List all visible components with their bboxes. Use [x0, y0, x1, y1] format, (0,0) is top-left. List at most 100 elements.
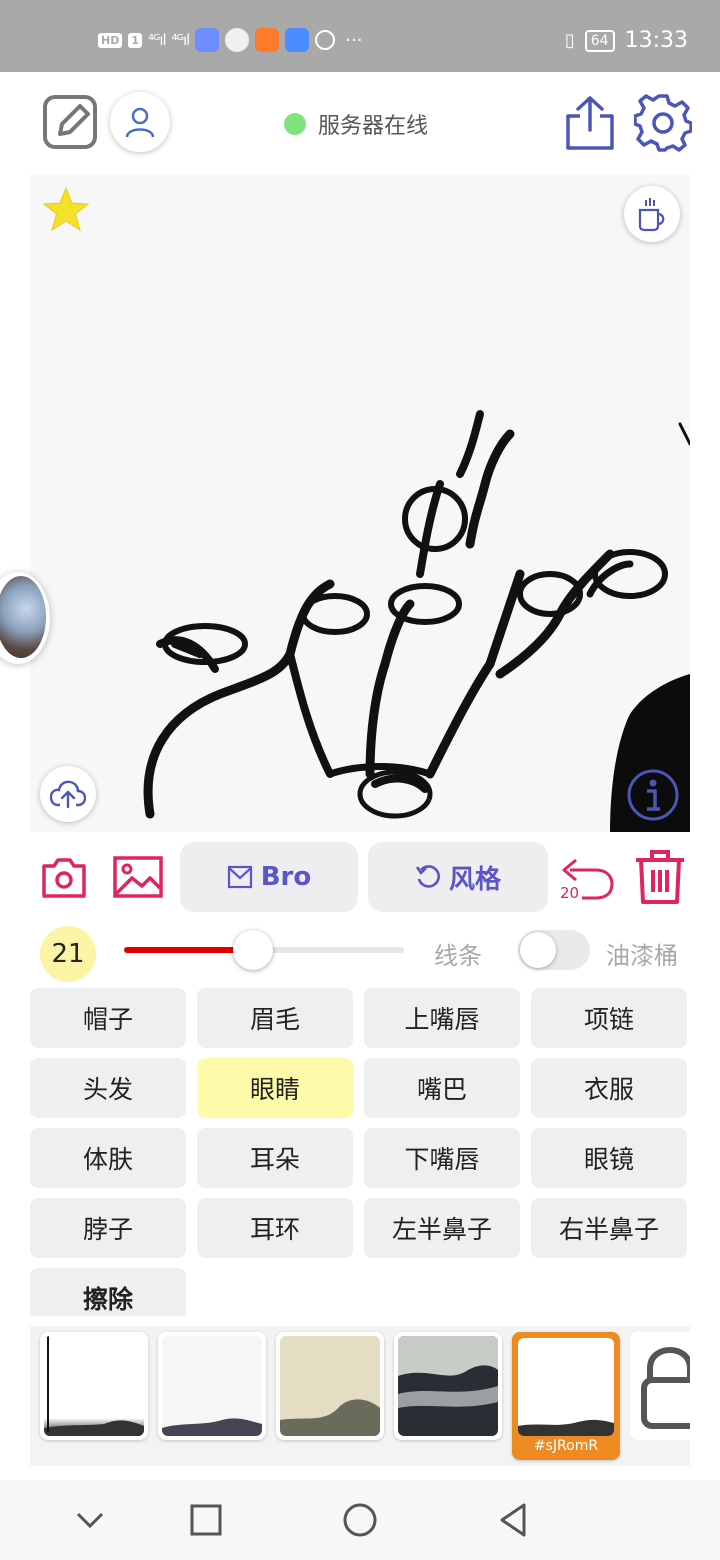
nav-home-button[interactable]	[340, 1500, 380, 1540]
thumbnail-label: #sJRomR	[533, 1438, 599, 1454]
clock: 13:33	[624, 28, 688, 53]
camera-icon	[42, 858, 86, 898]
status-left: HD 1 ⁴ᴳıl ⁴ᴳıl ···	[98, 28, 363, 52]
edit-button[interactable]	[42, 94, 98, 150]
part-button[interactable]: 右半鼻子	[531, 1198, 687, 1258]
part-button[interactable]: 嘴巴	[364, 1058, 520, 1118]
gear-icon	[633, 94, 693, 152]
part-button[interactable]: 衣服	[531, 1058, 687, 1118]
coffee-button[interactable]	[624, 186, 680, 242]
server-status-label: 服务器在线	[318, 114, 429, 139]
camera-button[interactable]	[40, 854, 88, 902]
system-nav-bar	[0, 1480, 720, 1560]
part-button[interactable]: 左半鼻子	[364, 1198, 520, 1258]
nav-hide-button[interactable]	[70, 1500, 110, 1540]
slider-thumb[interactable]	[232, 930, 273, 970]
edit-icon	[43, 95, 97, 149]
part-button[interactable]: 项链	[531, 988, 687, 1048]
user-button[interactable]	[110, 92, 170, 152]
bro-label: Bro	[260, 862, 312, 892]
trash-icon	[636, 850, 684, 904]
signal-icon-2: ⁴ᴳıl	[171, 31, 191, 49]
thumbnail-image	[518, 1338, 614, 1436]
part-button[interactable]: 眉毛	[197, 988, 353, 1048]
status-right: ▯ 64 13:33	[565, 28, 688, 53]
part-button[interactable]: 眼睛	[197, 1058, 353, 1118]
info-icon	[627, 769, 679, 821]
style-thumbnail[interactable]	[276, 1332, 384, 1440]
delete-button[interactable]	[632, 848, 688, 906]
user-icon	[125, 107, 155, 138]
style-thumbnail[interactable]	[394, 1332, 502, 1440]
nav-back-button[interactable]	[494, 1500, 534, 1540]
drawing-canvas[interactable]	[30, 174, 690, 832]
app-icon-ball	[225, 28, 250, 52]
erase-button[interactable]: 擦除	[30, 1268, 186, 1316]
square-icon	[190, 1504, 222, 1536]
app-icon-link	[315, 30, 336, 50]
part-button[interactable]: 头发	[30, 1058, 186, 1118]
circle-icon	[343, 1503, 377, 1537]
signal-icon-1: ⁴ᴳıl	[148, 31, 167, 49]
status-dot-icon	[284, 113, 306, 135]
style-thumbnail[interactable]	[40, 1332, 148, 1440]
vibrate-icon: ▯	[564, 30, 575, 51]
server-status: 服务器在线	[284, 108, 428, 140]
favorite-button[interactable]	[42, 186, 90, 234]
upload-button[interactable]	[40, 766, 96, 822]
part-button[interactable]: 体肤	[30, 1128, 186, 1188]
upload-icon	[50, 780, 86, 809]
paint-bucket-toggle[interactable]	[518, 930, 590, 970]
thumbnail-image	[398, 1336, 498, 1436]
toggle-knob	[520, 932, 556, 968]
thumbnail-image	[44, 1336, 144, 1436]
tools-row: Bro 风格 20	[0, 840, 720, 916]
info-button[interactable]	[626, 768, 680, 822]
part-button[interactable]: 下嘴唇	[364, 1128, 520, 1188]
gallery-button[interactable]	[112, 854, 164, 902]
brush-size-badge: 21	[40, 926, 96, 982]
part-button[interactable]: 上嘴唇	[364, 988, 520, 1048]
app-icon-baidu	[195, 28, 220, 52]
chevron-down-icon	[76, 1512, 104, 1529]
paint-bucket-label: 油漆桶	[606, 942, 678, 970]
hd-badge: HD	[98, 32, 123, 48]
share-icon	[566, 96, 614, 150]
style-button[interactable]: 风格	[368, 842, 548, 912]
sim-badge: 1	[128, 32, 142, 48]
line-mode-label: 线条	[434, 942, 482, 970]
part-button[interactable]: 脖子	[30, 1198, 186, 1258]
avatar	[0, 576, 46, 658]
sketch-drawing	[143, 410, 690, 832]
image-icon	[113, 856, 163, 898]
thumbnail-image	[280, 1336, 380, 1436]
style-thumbnail-strip: #sJRomR	[30, 1326, 690, 1466]
status-bar: HD 1 ⁴ᴳıl ⁴ᴳıl ··· ▯ 64 13:33	[0, 0, 720, 72]
brush-size-row: 21 线条 油漆桶	[0, 920, 720, 984]
cup-icon	[638, 198, 665, 232]
style-label: 风格	[448, 864, 501, 895]
part-button[interactable]: 耳朵	[197, 1128, 353, 1188]
style-thumbnail[interactable]	[158, 1332, 266, 1440]
mail-icon	[227, 865, 252, 889]
star-icon	[42, 186, 90, 232]
app-icon-video	[255, 28, 280, 52]
battery-icon: 64	[584, 29, 615, 52]
bro-button[interactable]: Bro	[180, 842, 358, 912]
settings-button[interactable]	[633, 94, 693, 152]
rotate-icon	[415, 865, 440, 888]
brush-size-slider[interactable]	[124, 930, 404, 970]
app-icon-music	[285, 28, 310, 52]
part-button[interactable]: 耳环	[197, 1198, 353, 1258]
thumbnail-image	[162, 1336, 262, 1436]
undo-button[interactable]: 20	[556, 846, 616, 906]
style-thumbnail-selected[interactable]: #sJRomR	[512, 1332, 620, 1460]
locked-thumbnail[interactable]	[630, 1332, 690, 1440]
part-button[interactable]: 眼镜	[531, 1128, 687, 1188]
top-bar: 服务器在线	[0, 72, 720, 172]
part-button[interactable]: 帽子	[30, 988, 186, 1048]
nav-recents-button[interactable]	[186, 1500, 226, 1540]
share-button[interactable]	[564, 94, 616, 152]
lock-icon	[641, 1346, 690, 1429]
more-notifications-icon: ···	[345, 29, 363, 51]
